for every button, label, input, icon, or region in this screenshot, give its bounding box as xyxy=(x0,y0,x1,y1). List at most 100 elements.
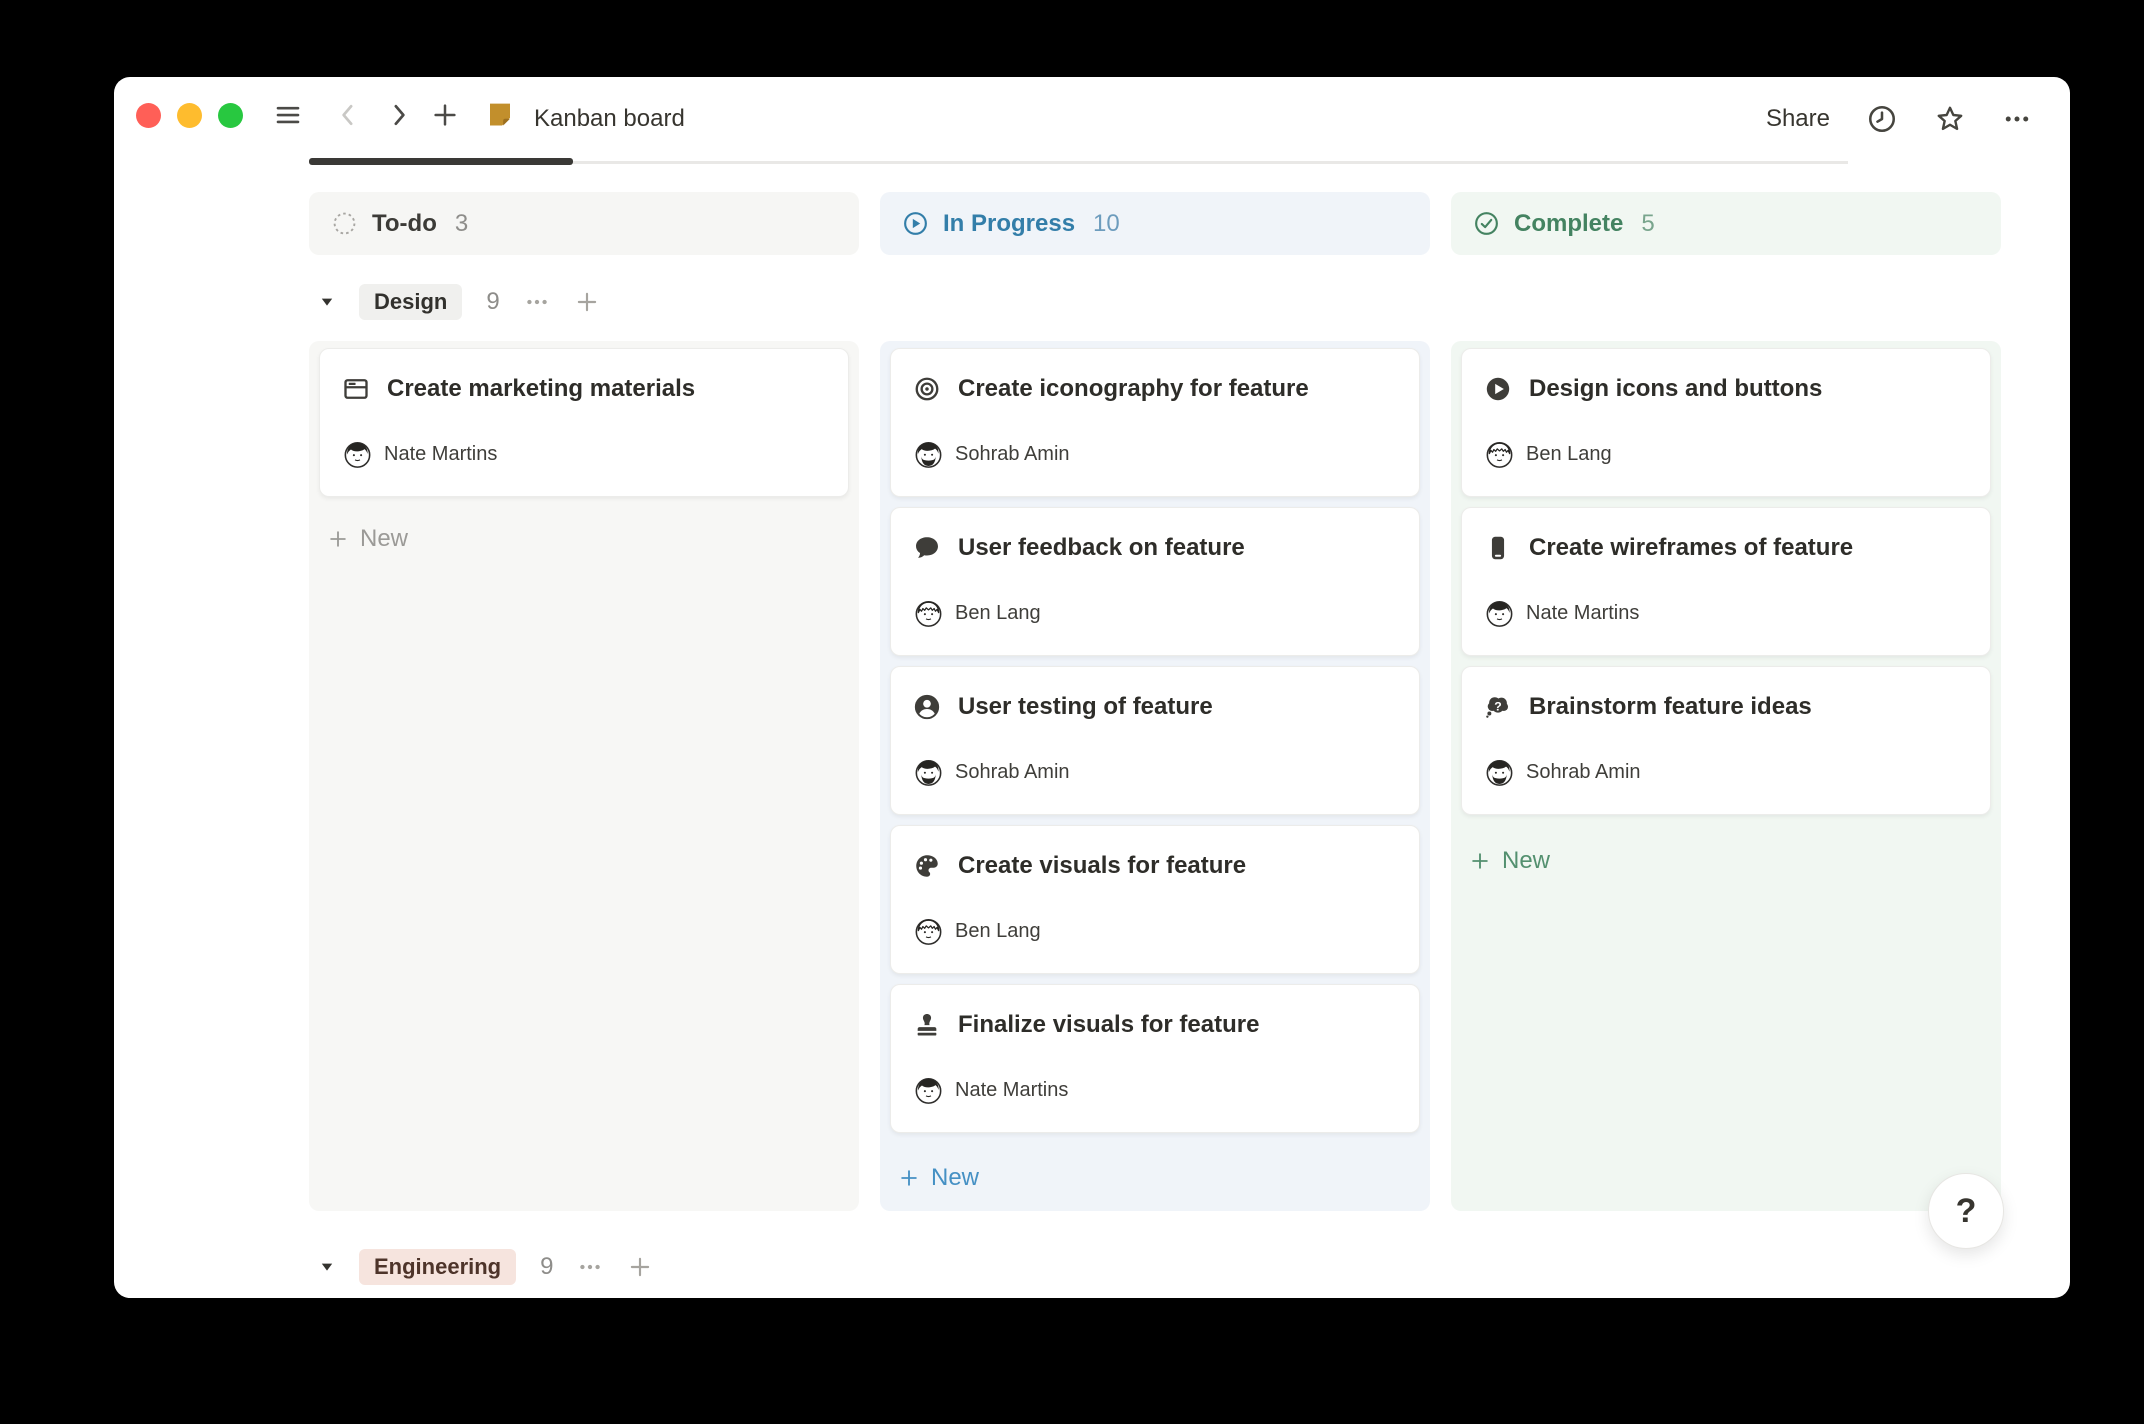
card[interactable]: Create visuals for feature Ben Lang xyxy=(890,825,1420,974)
card-title: Create marketing materials xyxy=(387,375,695,403)
toolbar-right: Share xyxy=(1766,77,2032,161)
group-count: 9 xyxy=(540,1253,553,1281)
group-row-design: Design 9 xyxy=(319,277,600,327)
forward-chevron-icon[interactable] xyxy=(384,100,414,130)
card-assignee: Sohrab Amin xyxy=(955,761,1070,784)
column-header-in-progress[interactable]: In Progress 10 xyxy=(880,192,1430,255)
card[interactable]: Brainstorm feature ideas Sohrab Amin xyxy=(1461,666,1991,815)
favorite-star-icon[interactable] xyxy=(1934,103,1966,135)
layout-template-icon xyxy=(342,375,370,403)
column-label: In Progress xyxy=(943,210,1075,238)
column-body-in-progress: Create iconography for feature Sohrab Am… xyxy=(880,341,1430,1211)
card-assignee: Ben Lang xyxy=(955,602,1041,625)
close-window-button[interactable] xyxy=(136,103,161,128)
card-title: Finalize visuals for feature xyxy=(958,1011,1259,1039)
avatar-ben-lang xyxy=(915,600,942,627)
avatar-sohrab-amin xyxy=(915,441,942,468)
screen-background: Kanban board Share To-do 3 In Progress 1… xyxy=(0,0,2144,1424)
new-card-button[interactable]: New xyxy=(327,515,408,563)
avatar-sohrab-amin xyxy=(1486,759,1513,786)
hamburger-icon[interactable] xyxy=(273,100,303,130)
column-header-complete[interactable]: Complete 5 xyxy=(1451,192,2001,255)
new-card-label: New xyxy=(360,525,408,553)
window-controls xyxy=(136,103,243,128)
plus-icon xyxy=(327,528,349,550)
check-circle-icon xyxy=(1473,210,1500,237)
share-button[interactable]: Share xyxy=(1766,105,1830,133)
card-title: Brainstorm feature ideas xyxy=(1529,693,1812,721)
card-title: User feedback on feature xyxy=(958,534,1245,562)
help-button[interactable]: ? xyxy=(1928,1173,2004,1249)
avatar-ben-lang xyxy=(915,918,942,945)
group-count: 9 xyxy=(486,288,499,316)
speech-bubble-icon xyxy=(913,534,941,562)
app-window: Kanban board Share To-do 3 In Progress 1… xyxy=(114,77,2070,1298)
column-label: Complete xyxy=(1514,210,1623,238)
group-row-engineering: Engineering 9 xyxy=(319,1245,653,1289)
horizontal-scroll-thumb[interactable] xyxy=(309,158,573,165)
card-assignee: Ben Lang xyxy=(955,920,1041,943)
back-chevron-icon[interactable] xyxy=(333,100,363,130)
column-label: To-do xyxy=(372,210,437,238)
play-circle-outline-icon xyxy=(902,210,929,237)
card-title: Create visuals for feature xyxy=(958,852,1246,880)
card[interactable]: User feedback on feature Ben Lang xyxy=(890,507,1420,656)
palette-icon xyxy=(913,852,941,880)
card[interactable]: Design icons and buttons Ben Lang xyxy=(1461,348,1991,497)
column-body-complete: Design icons and buttons Ben Lang Create… xyxy=(1451,341,2001,1211)
group-pill-design[interactable]: Design xyxy=(359,284,462,320)
card-title: Design icons and buttons xyxy=(1529,375,1822,403)
collapse-triangle-icon[interactable] xyxy=(319,294,335,310)
group-more-icon[interactable] xyxy=(577,1254,603,1280)
group-pill-engineering[interactable]: Engineering xyxy=(359,1249,516,1285)
card-title: Create wireframes of feature xyxy=(1529,534,1853,562)
column-count: 10 xyxy=(1093,210,1120,238)
card-assignee: Sohrab Amin xyxy=(955,443,1070,466)
new-card-label: New xyxy=(1502,847,1550,875)
plus-icon xyxy=(898,1167,920,1189)
zoom-window-button[interactable] xyxy=(218,103,243,128)
card[interactable]: Create wireframes of feature Nate Martin… xyxy=(1461,507,1991,656)
dashed-circle-icon xyxy=(331,210,358,237)
card-title: Create iconography for feature xyxy=(958,375,1309,403)
new-card-label: New xyxy=(931,1164,979,1192)
thought-bubble-question-icon xyxy=(1484,693,1512,721)
play-circle-filled-icon xyxy=(1484,375,1512,403)
card[interactable]: Finalize visuals for feature Nate Martin… xyxy=(890,984,1420,1133)
new-card-button[interactable]: New xyxy=(898,1154,979,1202)
card[interactable]: User testing of feature Sohrab Amin xyxy=(890,666,1420,815)
avatar-nate-martins xyxy=(344,441,371,468)
card-assignee: Nate Martins xyxy=(1526,602,1639,625)
group-add-icon[interactable] xyxy=(627,1254,653,1280)
target-icon xyxy=(913,375,941,403)
page-icon xyxy=(484,99,516,131)
card-assignee: Nate Martins xyxy=(384,443,497,466)
column-header-todo[interactable]: To-do 3 xyxy=(309,192,859,255)
card-assignee: Ben Lang xyxy=(1526,443,1612,466)
group-more-icon[interactable] xyxy=(524,289,550,315)
new-page-plus-icon[interactable] xyxy=(430,100,460,130)
avatar-sohrab-amin xyxy=(915,759,942,786)
stamp-icon xyxy=(913,1011,941,1039)
avatar-ben-lang xyxy=(1486,441,1513,468)
card-title: User testing of feature xyxy=(958,693,1213,721)
avatar-nate-martins xyxy=(915,1077,942,1104)
card[interactable]: Create iconography for feature Sohrab Am… xyxy=(890,348,1420,497)
column-count: 3 xyxy=(455,210,468,238)
collapse-triangle-icon[interactable] xyxy=(319,1259,335,1275)
card-assignee: Nate Martins xyxy=(955,1079,1068,1102)
history-clock-icon[interactable] xyxy=(1866,103,1898,135)
column-body-todo: Create marketing materials Nate Martins … xyxy=(309,341,859,1211)
group-add-icon[interactable] xyxy=(574,289,600,315)
more-ellipsis-icon[interactable] xyxy=(2002,104,2032,134)
card[interactable]: Create marketing materials Nate Martins xyxy=(319,348,849,497)
page-title[interactable]: Kanban board xyxy=(534,77,685,161)
mobile-wireframe-icon xyxy=(1484,534,1512,562)
column-count: 5 xyxy=(1641,210,1654,238)
plus-icon xyxy=(1469,850,1491,872)
new-card-button[interactable]: New xyxy=(1469,837,1550,885)
card-assignee: Sohrab Amin xyxy=(1526,761,1641,784)
avatar-nate-martins xyxy=(1486,600,1513,627)
minimize-window-button[interactable] xyxy=(177,103,202,128)
user-circle-icon xyxy=(913,693,941,721)
